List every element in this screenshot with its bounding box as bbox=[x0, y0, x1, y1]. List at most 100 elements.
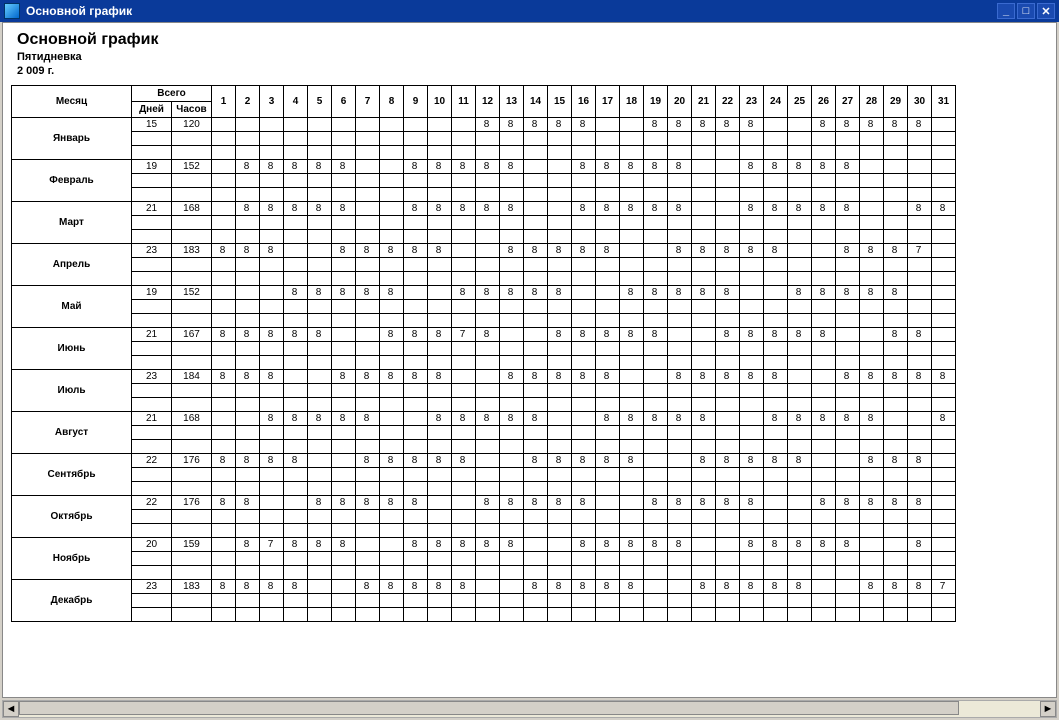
day-cell[interactable] bbox=[692, 160, 716, 174]
day-cell[interactable]: 8 bbox=[596, 160, 620, 174]
day-cell[interactable] bbox=[908, 230, 932, 244]
month-Май[interactable]: Май bbox=[12, 286, 132, 328]
day-cell[interactable] bbox=[860, 398, 884, 412]
day-cell[interactable] bbox=[452, 370, 476, 384]
day-cell[interactable] bbox=[572, 230, 596, 244]
day-cell[interactable] bbox=[236, 146, 260, 160]
col-day-22[interactable]: 22 bbox=[716, 86, 740, 118]
day-cell[interactable] bbox=[836, 216, 860, 230]
col-day-15[interactable]: 15 bbox=[548, 86, 572, 118]
day-cell[interactable] bbox=[308, 118, 332, 132]
day-cell[interactable] bbox=[788, 594, 812, 608]
day-cell[interactable] bbox=[836, 440, 860, 454]
day-cell[interactable] bbox=[764, 216, 788, 230]
day-cell[interactable] bbox=[476, 174, 500, 188]
day-cell[interactable]: 8 bbox=[884, 496, 908, 510]
day-cell[interactable] bbox=[836, 384, 860, 398]
day-cell[interactable] bbox=[452, 468, 476, 482]
day-cell[interactable] bbox=[500, 594, 524, 608]
day-cell[interactable] bbox=[380, 594, 404, 608]
day-cell[interactable] bbox=[332, 524, 356, 538]
day-cell[interactable] bbox=[500, 356, 524, 370]
day-cell[interactable] bbox=[740, 216, 764, 230]
day-cell[interactable]: 8 bbox=[884, 454, 908, 468]
day-cell[interactable] bbox=[812, 300, 836, 314]
days-value[interactable]: 21 bbox=[132, 412, 172, 426]
day-cell[interactable] bbox=[572, 608, 596, 622]
day-cell[interactable] bbox=[596, 398, 620, 412]
day-cell[interactable] bbox=[764, 230, 788, 244]
day-cell[interactable] bbox=[620, 552, 644, 566]
day-cell[interactable] bbox=[812, 146, 836, 160]
day-cell[interactable] bbox=[284, 510, 308, 524]
day-cell[interactable] bbox=[476, 454, 500, 468]
day-cell[interactable] bbox=[212, 286, 236, 300]
day-cell[interactable] bbox=[308, 398, 332, 412]
day-cell[interactable] bbox=[452, 174, 476, 188]
day-cell[interactable] bbox=[428, 482, 452, 496]
day-cell[interactable] bbox=[500, 426, 524, 440]
day-cell[interactable] bbox=[596, 594, 620, 608]
day-cell[interactable] bbox=[596, 440, 620, 454]
day-cell[interactable]: 8 bbox=[860, 496, 884, 510]
day-cell[interactable] bbox=[692, 426, 716, 440]
day-cell[interactable] bbox=[260, 216, 284, 230]
day-cell[interactable] bbox=[476, 384, 500, 398]
day-cell[interactable] bbox=[404, 594, 428, 608]
day-cell[interactable]: 8 bbox=[524, 454, 548, 468]
day-cell[interactable]: 8 bbox=[716, 370, 740, 384]
day-cell[interactable]: 8 bbox=[452, 160, 476, 174]
day-cell[interactable] bbox=[260, 566, 284, 580]
day-cell[interactable] bbox=[212, 314, 236, 328]
day-cell[interactable] bbox=[380, 118, 404, 132]
day-cell[interactable] bbox=[908, 608, 932, 622]
day-cell[interactable] bbox=[236, 482, 260, 496]
day-cell[interactable] bbox=[620, 468, 644, 482]
day-cell[interactable] bbox=[236, 384, 260, 398]
day-cell[interactable] bbox=[404, 342, 428, 356]
day-cell[interactable] bbox=[644, 230, 668, 244]
day-cell[interactable] bbox=[356, 230, 380, 244]
day-cell[interactable] bbox=[884, 160, 908, 174]
day-cell[interactable]: 8 bbox=[764, 580, 788, 594]
day-cell[interactable] bbox=[524, 510, 548, 524]
day-cell[interactable] bbox=[284, 468, 308, 482]
day-cell[interactable] bbox=[740, 342, 764, 356]
day-cell[interactable] bbox=[716, 202, 740, 216]
day-cell[interactable] bbox=[668, 146, 692, 160]
day-cell[interactable] bbox=[524, 468, 548, 482]
day-cell[interactable] bbox=[860, 594, 884, 608]
day-cell[interactable] bbox=[428, 594, 452, 608]
hours-value[interactable]: 183 bbox=[172, 244, 212, 258]
day-cell[interactable] bbox=[452, 356, 476, 370]
day-cell[interactable] bbox=[812, 454, 836, 468]
day-cell[interactable] bbox=[932, 524, 956, 538]
day-cell[interactable] bbox=[476, 132, 500, 146]
day-cell[interactable] bbox=[740, 524, 764, 538]
day-cell[interactable] bbox=[740, 258, 764, 272]
day-cell[interactable] bbox=[764, 258, 788, 272]
day-cell[interactable] bbox=[500, 552, 524, 566]
day-cell[interactable] bbox=[236, 300, 260, 314]
day-cell[interactable] bbox=[572, 272, 596, 286]
day-cell[interactable] bbox=[404, 608, 428, 622]
day-cell[interactable] bbox=[332, 216, 356, 230]
day-cell[interactable] bbox=[476, 244, 500, 258]
day-cell[interactable] bbox=[692, 188, 716, 202]
day-cell[interactable] bbox=[836, 566, 860, 580]
day-cell[interactable] bbox=[524, 384, 548, 398]
day-cell[interactable] bbox=[404, 314, 428, 328]
day-cell[interactable] bbox=[908, 440, 932, 454]
day-cell[interactable]: 8 bbox=[908, 496, 932, 510]
day-cell[interactable] bbox=[500, 258, 524, 272]
day-cell[interactable]: 8 bbox=[932, 412, 956, 426]
day-cell[interactable] bbox=[716, 384, 740, 398]
day-cell[interactable] bbox=[308, 454, 332, 468]
day-cell[interactable]: 8 bbox=[452, 580, 476, 594]
day-cell[interactable] bbox=[284, 398, 308, 412]
day-cell[interactable] bbox=[908, 160, 932, 174]
day-cell[interactable] bbox=[932, 398, 956, 412]
hours-value[interactable]: 168 bbox=[172, 412, 212, 426]
day-cell[interactable]: 8 bbox=[836, 202, 860, 216]
day-cell[interactable]: 8 bbox=[692, 286, 716, 300]
